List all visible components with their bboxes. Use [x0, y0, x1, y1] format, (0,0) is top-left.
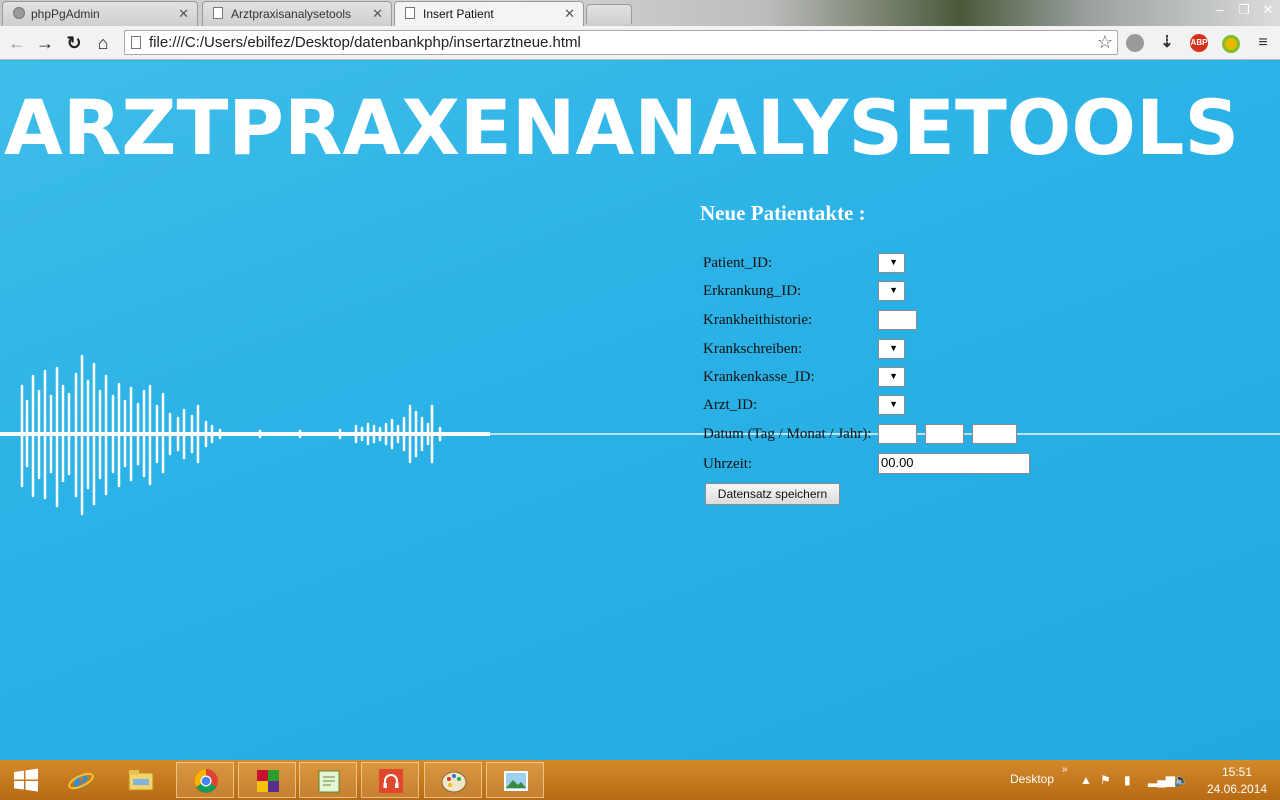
tab-phppgadmin[interactable]: phpPgAdmin ✕: [2, 1, 198, 26]
window-controls: ‒ ❐ ✕: [1208, 0, 1280, 22]
minimize-icon[interactable]: ‒: [1208, 0, 1232, 20]
close-tab-icon[interactable]: ✕: [372, 6, 383, 22]
page-icon: [131, 36, 141, 49]
page-favicon-icon: [405, 7, 415, 19]
action-center-flag-icon[interactable]: ⚑: [1100, 773, 1111, 787]
picture-icon: [504, 771, 528, 791]
datum-label: Datum (Tag / Monat / Jahr):: [703, 426, 872, 442]
krankenkasse-id-select[interactable]: ▼: [878, 367, 905, 387]
bookmark-star-icon[interactable]: ☆: [1097, 32, 1113, 53]
back-arrow-icon[interactable]: ←: [6, 32, 28, 54]
close-window-icon[interactable]: ✕: [1256, 0, 1280, 20]
restore-icon[interactable]: ❐: [1232, 0, 1256, 20]
tab-label: Arztpraxisanalysetools: [231, 7, 352, 21]
erkrankung-id-label: Erkrankung_ID:: [703, 283, 802, 299]
clock-time[interactable]: 15:51: [1222, 765, 1252, 779]
ie-logo-icon: e: [68, 767, 94, 793]
start-button[interactable]: [0, 762, 52, 798]
page-heading: ARZTPRAXENANALYSETOOLS: [4, 83, 1240, 172]
arzt-id-select[interactable]: ▼: [878, 395, 905, 415]
browser-tab-strip: phpPgAdmin ✕ Arztpraxisanalysetools ✕ In…: [0, 0, 1280, 27]
krankheitshistorie-input[interactable]: [878, 310, 917, 330]
tab-arztpraxisanalysetools[interactable]: Arztpraxisanalysetools ✕: [202, 1, 392, 26]
abp-icon[interactable]: ABP: [1190, 34, 1208, 52]
svg-text:e: e: [73, 767, 88, 793]
notepad-logo-icon: [318, 770, 340, 793]
tab-label: Insert Patient: [423, 7, 494, 21]
extension-gray-icon[interactable]: [1126, 34, 1144, 52]
datum-tag-input[interactable]: [878, 424, 917, 444]
uhrzeit-input[interactable]: 00.00: [878, 453, 1030, 474]
dropdown-arrow-icon: ▼: [889, 343, 898, 353]
dropdown-arrow-icon: ▼: [889, 399, 898, 409]
dropdown-arrow-icon: ▼: [889, 285, 898, 295]
url-text: file:///C:/Users/ebilfez/Desktop/datenba…: [149, 34, 581, 51]
tab-label: phpPgAdmin: [31, 7, 100, 21]
forward-arrow-icon[interactable]: →: [34, 32, 56, 54]
toolbar-expand-icon[interactable]: »: [1062, 764, 1068, 775]
uhrzeit-label: Uhrzeit:: [703, 456, 753, 472]
patient-id-label: Patient_ID:: [703, 255, 773, 271]
sound-wave-image: [0, 354, 1280, 516]
arzt-id-label: Arzt_ID:: [703, 397, 758, 413]
close-tab-icon[interactable]: ✕: [178, 6, 189, 22]
desktop-toolbar-label[interactable]: Desktop: [1010, 772, 1054, 786]
network-signal-icon[interactable]: ▂▄▆: [1148, 773, 1175, 787]
dropdown-arrow-icon: ▼: [889, 371, 898, 381]
chrome-logo-icon: [194, 769, 218, 793]
krankschreiben-select[interactable]: ▼: [878, 339, 905, 359]
save-record-button[interactable]: Datensatz speichern: [705, 483, 840, 505]
extension-ring-icon[interactable]: [1222, 35, 1240, 53]
photo-viewer-icon[interactable]: [486, 762, 544, 798]
home-icon[interactable]: ⌂: [92, 32, 114, 54]
krankenkasse-id-label: Krankenkasse_ID:: [703, 369, 815, 385]
palette-icon: [441, 771, 467, 793]
form-title: Neue Patientakte :: [700, 201, 866, 225]
dropdown-arrow-icon: ▼: [889, 257, 898, 267]
reload-icon[interactable]: ↻: [63, 32, 85, 54]
datum-jahr-input[interactable]: [972, 424, 1017, 444]
patient-id-select[interactable]: ▼: [878, 253, 905, 273]
phppgadmin-favicon-icon: [13, 7, 25, 19]
krankheitshistorie-label: Krankheithistorie:: [703, 312, 813, 328]
page-favicon-icon: [213, 7, 223, 19]
download-icon[interactable]: ⇣: [1158, 34, 1176, 52]
notepad-plus-plus-icon[interactable]: [299, 762, 357, 798]
close-tab-icon[interactable]: ✕: [564, 6, 575, 22]
power-icon[interactable]: ▮: [1124, 773, 1131, 787]
address-bar[interactable]: file:///C:/Users/ebilfez/Desktop/datenba…: [124, 30, 1118, 55]
tab-insert-patient[interactable]: Insert Patient ✕: [394, 1, 584, 27]
file-explorer-icon[interactable]: [112, 762, 170, 798]
browser-toolbar: ← → ↻ ⌂ file:///C:/Users/ebilfez/Desktop…: [0, 26, 1280, 60]
new-tab-button[interactable]: [586, 4, 632, 24]
datum-monat-input[interactable]: [925, 424, 964, 444]
windows-logo-icon: [14, 768, 38, 792]
paint-icon[interactable]: [424, 762, 482, 798]
chrome-icon[interactable]: [176, 762, 234, 798]
winrar-logo-icon: [257, 770, 279, 792]
page-content: ARZTPRAXENANALYSETOOLS Neue Patientakte …: [0, 61, 1280, 760]
folder-icon: [128, 770, 154, 791]
volume-icon[interactable]: 🔈: [1174, 773, 1189, 787]
headphones-icon: [379, 769, 403, 793]
winrar-icon[interactable]: [238, 762, 296, 798]
internet-explorer-icon[interactable]: e: [52, 762, 110, 798]
music-player-icon[interactable]: [361, 762, 419, 798]
erkrankung-id-select[interactable]: ▼: [878, 281, 905, 301]
windows-taskbar: e Desktop » ▲ ⚑ ▮ ▂▄▆ 🔈 15:51 24.06.2014: [0, 760, 1280, 800]
show-hidden-icons-icon[interactable]: ▲: [1080, 773, 1092, 787]
menu-icon[interactable]: ≡: [1254, 34, 1272, 52]
clock-date[interactable]: 24.06.2014: [1207, 782, 1267, 796]
krankschreiben-label: Krankschreiben:: [703, 341, 803, 357]
